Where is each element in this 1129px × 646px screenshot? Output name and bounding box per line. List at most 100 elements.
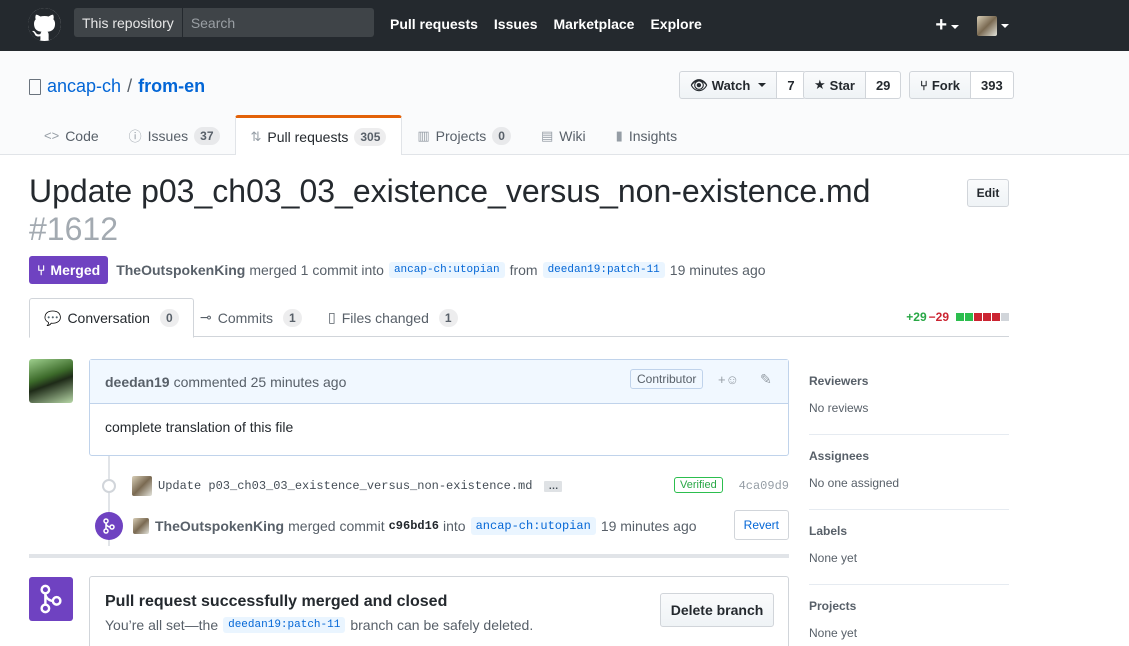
tab-counter: 37	[194, 126, 220, 145]
create-new-menu[interactable]: +	[935, 14, 959, 37]
tab-counter: 0	[159, 309, 179, 327]
pr-tabs: 💬 Conversation 0 ⊸ Commits 1 ▯ Files cha…	[29, 298, 1009, 338]
tab-insights[interactable]: ▮ Insights	[601, 116, 692, 155]
pr-sidebar: Reviewers No reviews Assignees No one as…	[809, 360, 1009, 646]
sidebar-value: None yet	[809, 626, 858, 640]
expand-commit-button[interactable]: …	[544, 480, 563, 492]
tab-label: Code	[65, 127, 99, 144]
diffstat-block	[983, 313, 991, 321]
merge-status-box: Pull request successfully merged and clo…	[89, 576, 789, 646]
merge-text: merged commit	[288, 518, 385, 534]
star-button[interactable]: ★ Star	[803, 71, 866, 99]
sidebar-assignees[interactable]: Assignees No one assigned	[809, 435, 1009, 510]
tab-label: Projects	[435, 127, 487, 144]
status-label: Merged	[50, 262, 101, 278]
merge-time[interactable]: 19 minutes ago	[601, 518, 697, 534]
add-reaction-icon[interactable]: +☺	[718, 372, 739, 387]
commit-sha[interactable]: 4ca09d9	[739, 479, 789, 493]
star-icon: ★	[814, 77, 826, 92]
sidebar-heading: Reviewers	[809, 374, 869, 388]
delete-branch-button[interactable]: Delete branch	[660, 593, 774, 627]
global-header: This repository Pull requests Issues Mar…	[0, 0, 1129, 51]
merge-icon	[95, 512, 123, 540]
nav-marketplace[interactable]: Marketplace	[554, 16, 635, 32]
sidebar-value: No one assigned	[809, 476, 900, 490]
comment-author[interactable]: deedan19	[105, 374, 170, 390]
meta-time: 19 minutes ago	[669, 262, 766, 278]
watch-group: 👁 Watch 7	[679, 71, 806, 99]
verified-badge[interactable]: Verified	[674, 477, 723, 493]
diffstat-blocks	[955, 310, 1009, 324]
top-nav: Pull requests Issues Marketplace Explore	[390, 16, 718, 32]
pr-title-text: Update p03_ch03_03_existence_versus_non-…	[29, 173, 871, 209]
nav-explore[interactable]: Explore	[650, 16, 701, 32]
tab-conversation[interactable]: 💬 Conversation 0	[29, 298, 194, 338]
page-title: Update p03_ch03_03_existence_versus_non-…	[29, 172, 929, 248]
chevron-down-icon	[758, 83, 767, 87]
watch-count[interactable]: 7	[777, 71, 806, 99]
eye-icon: 👁	[690, 76, 708, 93]
pencil-icon[interactable]: ✎	[760, 371, 772, 388]
project-icon: ▥	[417, 127, 430, 143]
diffstat: +29 −29	[906, 310, 1009, 324]
avatar[interactable]	[133, 518, 149, 534]
code-icon: <>	[44, 128, 60, 143]
sidebar-projects[interactable]: Projects None yet	[809, 585, 1009, 646]
merge-branch[interactable]: ancap-ch:utopian	[470, 517, 596, 535]
avatar	[977, 15, 997, 36]
comment-box: deedan19 commented 25 minutes ago Contri…	[89, 359, 789, 456]
repo-name-link[interactable]: from-en	[138, 76, 205, 97]
comment-body: complete translation of this file	[105, 419, 294, 435]
tab-commits[interactable]: ⊸ Commits 1	[186, 298, 316, 337]
watch-button[interactable]: 👁 Watch	[679, 71, 778, 99]
edit-title-button[interactable]: Edit	[967, 179, 1009, 207]
repo-icon	[29, 78, 41, 95]
chevron-down-icon	[1001, 23, 1009, 28]
timeline-divider	[29, 554, 789, 558]
tab-projects[interactable]: ▥ Projects 0	[402, 116, 526, 155]
merge-icon: ⑂	[37, 262, 46, 278]
user-menu[interactable]	[977, 15, 1009, 36]
author-link[interactable]: TheOutspokenKing	[116, 262, 245, 278]
comment-timestamp[interactable]: commented 25 minutes ago	[174, 374, 347, 390]
tab-pull-requests[interactable]: ⇅ Pull requests 305	[234, 115, 403, 155]
merge-author[interactable]: TheOutspokenKing	[155, 518, 284, 534]
tab-issues[interactable]: ⓘ Issues 37	[114, 116, 235, 155]
avatar[interactable]	[29, 359, 73, 403]
base-branch[interactable]: ancap-ch:utopian	[388, 262, 505, 278]
merge-status-branch[interactable]: deedan19:patch-11	[223, 617, 346, 633]
watch-label: Watch	[711, 77, 751, 93]
repo-owner-link[interactable]: ancap-ch	[47, 76, 121, 97]
sidebar-reviewers[interactable]: Reviewers No reviews	[809, 360, 1009, 435]
tab-code[interactable]: <> Code	[29, 116, 114, 155]
fork-label: Fork	[931, 77, 960, 93]
diffstat-block	[956, 313, 964, 321]
sidebar-heading: Labels	[809, 524, 848, 538]
tab-wiki[interactable]: ▤ Wiki	[526, 116, 601, 155]
nav-pull-requests[interactable]: Pull requests	[390, 16, 478, 32]
pr-meta: ⑂ Merged TheOutspokenKing merged 1 commi…	[29, 256, 766, 284]
pr-number: #1612	[29, 211, 118, 247]
sidebar-labels[interactable]: Labels None yet	[809, 510, 1009, 585]
avatar[interactable]	[132, 476, 152, 496]
merge-status-text-1: You’re all set—the	[105, 617, 219, 633]
repo-header: ancap-ch / from-en 👁 Watch 7 ★ Star 29 ⑂…	[0, 51, 1129, 155]
commit-message[interactable]: Update p03_ch03_03_existence_versus_non-…	[158, 479, 532, 493]
status-badge: ⑂ Merged	[29, 256, 109, 284]
revert-button[interactable]: Revert	[733, 510, 789, 540]
plus-icon: +	[935, 14, 947, 36]
search-input[interactable]	[182, 14, 363, 31]
fork-button[interactable]: ⑂ Fork	[909, 71, 971, 99]
diffstat-block	[965, 313, 973, 321]
star-count[interactable]: 29	[865, 71, 902, 99]
tab-files-changed[interactable]: ▯ Files changed 1	[314, 298, 472, 337]
search-scope-label[interactable]: This repository	[74, 8, 183, 37]
head-branch[interactable]: deedan19:patch-11	[542, 262, 665, 278]
sidebar-value: None yet	[809, 551, 858, 565]
tab-counter: 1	[438, 308, 458, 327]
merge-commit-sha[interactable]: c96bd16	[389, 519, 439, 533]
nav-issues[interactable]: Issues	[494, 16, 538, 32]
fork-count[interactable]: 393	[970, 71, 1014, 99]
repo-title-separator: /	[127, 76, 133, 96]
github-logo-icon[interactable]	[28, 8, 61, 41]
